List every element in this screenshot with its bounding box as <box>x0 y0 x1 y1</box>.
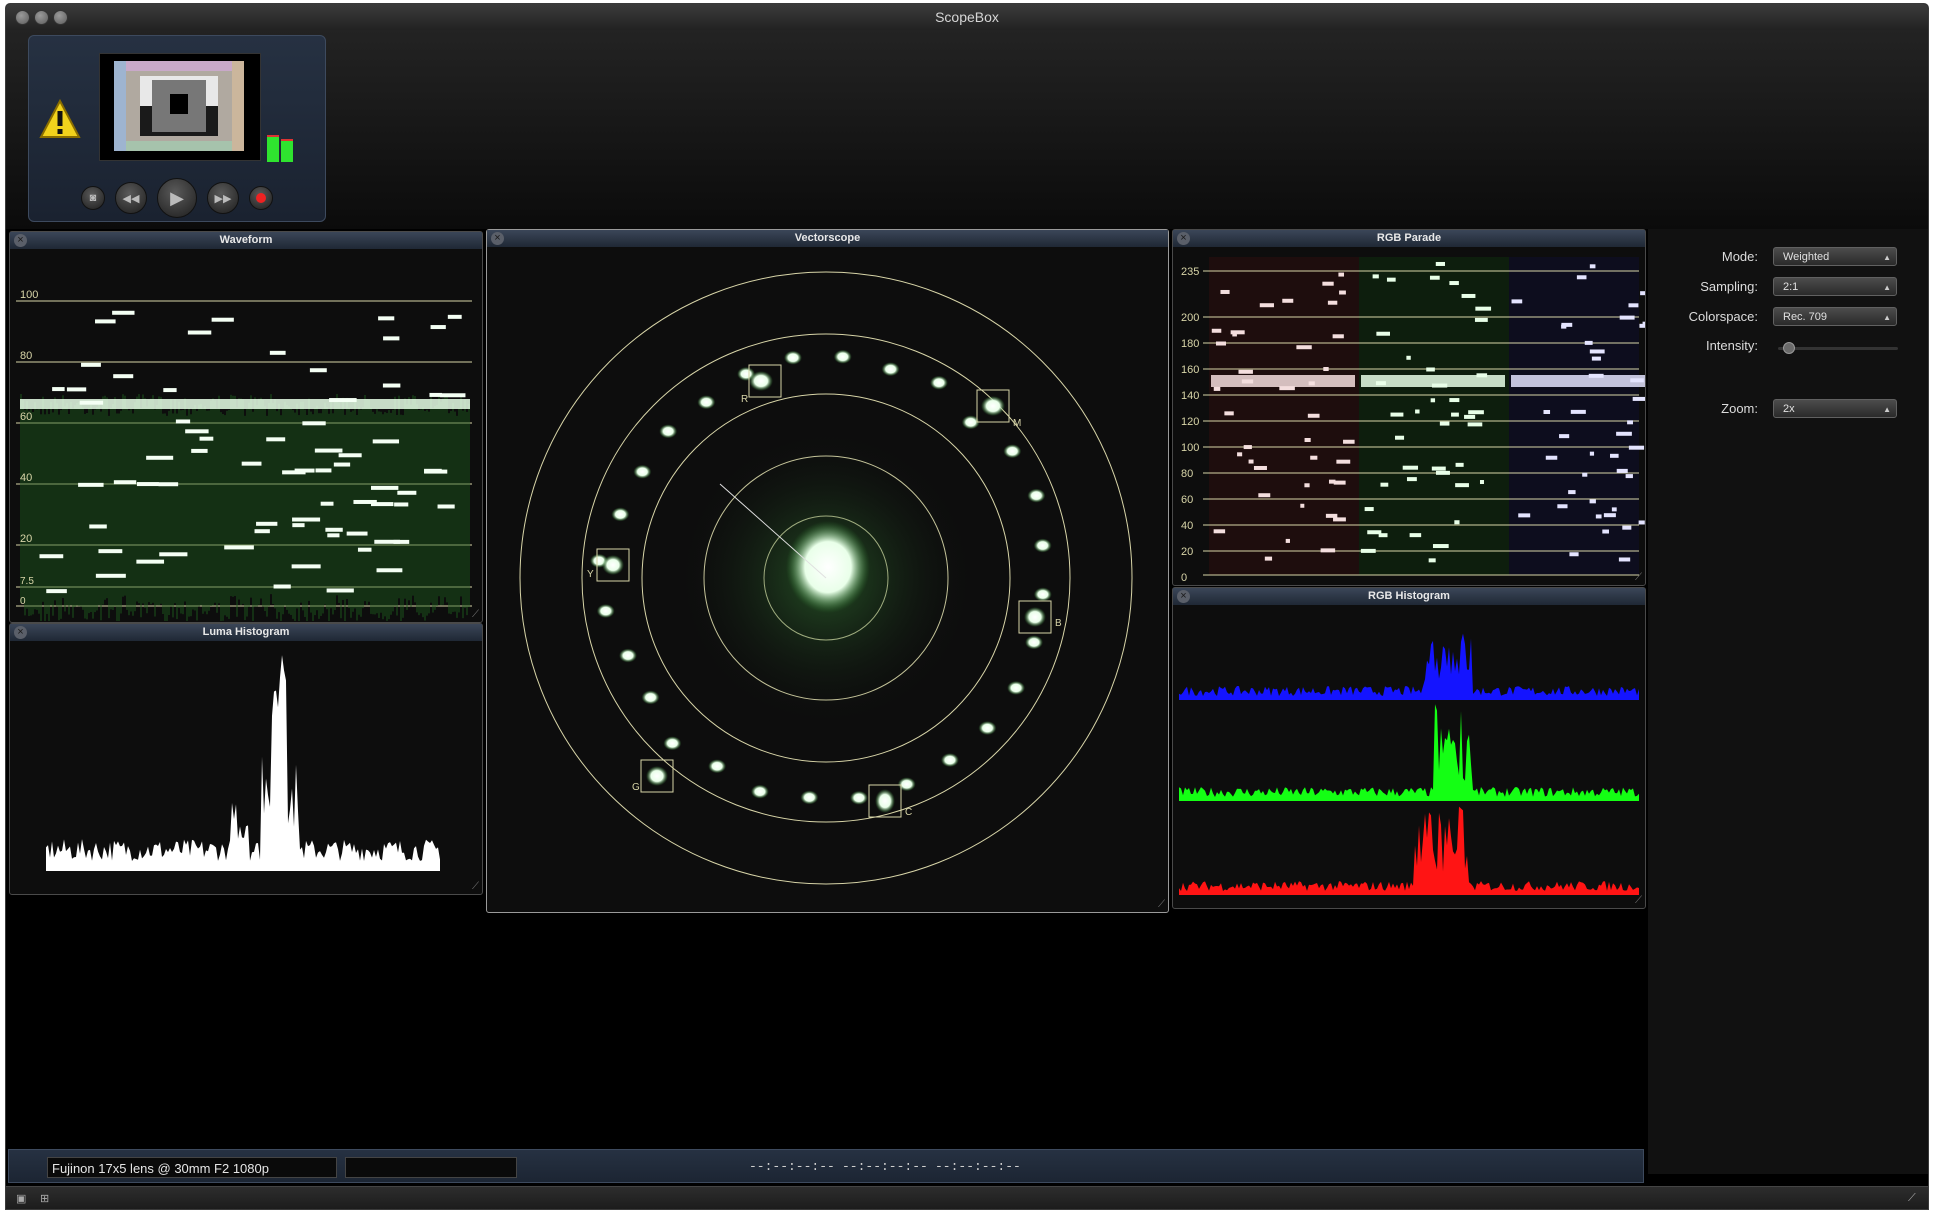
waveform-scale-20: 20 <box>20 533 32 545</box>
timecode-3: --:--:--:-- <box>935 1159 1021 1174</box>
timecode-2: --:--:--:-- <box>842 1159 928 1174</box>
play-icon[interactable]: ▶ <box>157 178 197 218</box>
audio-meter-left <box>267 135 279 162</box>
resize-handle-icon[interactable]: ⟋ <box>1158 899 1165 910</box>
rgb-histogram-panel: RGB Histogram × ⟋ <box>1172 587 1646 909</box>
parade-scale-160: 160 <box>1181 364 1199 376</box>
resize-grip-icon[interactable]: ⟋ <box>1908 1192 1922 1205</box>
video-preview <box>99 53 261 161</box>
rgb-parade-title: RGB Parade <box>1173 230 1645 247</box>
parade-scale-140: 140 <box>1181 390 1199 402</box>
rgb-parade-display: 235 200 180 160 140 120 100 80 60 40 20 … <box>1181 257 1645 584</box>
parade-scale-20: 20 <box>1181 546 1193 558</box>
colorspace-value: Rec. 709 <box>1783 311 1828 323</box>
parade-scale-235: 235 <box>1181 266 1199 278</box>
toolbar-area: ◙ ◀◀ ▶ ▶▶ <box>6 30 1928 229</box>
waveform-display: 100 80 60 40 20 7.5 0 <box>16 289 472 621</box>
rewind-icon[interactable]: ◀◀ <box>115 182 147 214</box>
waveform-scale-80: 80 <box>20 350 32 362</box>
vectorscope-title: Vectorscope <box>487 230 1168 247</box>
monitor-icon[interactable]: ▣ <box>16 1192 30 1205</box>
grid-layout-icon[interactable]: ⊞ <box>40 1192 54 1205</box>
colorspace-select[interactable]: Rec. 709 ▲ <box>1773 307 1897 326</box>
notes-field[interactable] <box>345 1157 517 1178</box>
intensity-slider[interactable] <box>1778 342 1898 354</box>
window-title: ScopeBox <box>935 9 999 25</box>
rgb-parade-panel: RGB Parade × 235 200 180 160 140 120 100… <box>1172 229 1646 586</box>
resize-handle-icon[interactable]: ⟋ <box>1635 895 1642 906</box>
vectorscope-panel: Vectorscope × R M B C G Y ⟋ <box>486 229 1169 913</box>
waveform-scale-60: 60 <box>20 411 32 423</box>
vector-target-m: M <box>1013 418 1021 429</box>
chevron-updown-icon: ▲ <box>1883 283 1891 292</box>
parade-scale-40: 40 <box>1181 520 1193 532</box>
timecode-1: --:--:--:-- <box>749 1159 835 1174</box>
parade-scale-100: 100 <box>1181 442 1199 454</box>
vector-target-g: G <box>632 782 640 793</box>
record-icon[interactable] <box>249 186 273 210</box>
luma-histogram-display <box>46 655 440 871</box>
resize-handle-icon[interactable]: ⟋ <box>472 881 479 892</box>
bottom-bar: ▣ ⊞ ⟋ <box>6 1186 1928 1209</box>
chevron-updown-icon: ▲ <box>1883 253 1891 262</box>
resize-handle-icon[interactable]: ⟋ <box>472 609 479 620</box>
zoom-select[interactable]: 2x ▲ <box>1773 399 1897 418</box>
intensity-label: Intensity: <box>1705 338 1758 353</box>
chevron-updown-icon: ▲ <box>1883 313 1891 322</box>
parade-scale-180: 180 <box>1181 338 1199 350</box>
warning-icon <box>39 99 81 138</box>
close-icon[interactable]: × <box>1177 590 1190 603</box>
waveform-scale-7-5: 7.5 <box>20 576 34 587</box>
camera-icon[interactable]: ◙ <box>81 186 105 210</box>
mode-value: Weighted <box>1783 251 1830 263</box>
zoom-value: 2x <box>1783 403 1795 415</box>
sampling-value: 2:1 <box>1783 281 1799 293</box>
status-bar: Fujinon 17x5 lens @ 30mm F2 1080p --:--:… <box>8 1149 1644 1183</box>
close-icon[interactable]: × <box>491 232 504 245</box>
vector-target-r: R <box>741 394 748 405</box>
zoom-label: Zoom: <box>1721 401 1758 416</box>
chevron-updown-icon: ▲ <box>1883 405 1891 414</box>
fast-forward-icon[interactable]: ▶▶ <box>207 182 239 214</box>
title-bar: ScopeBox <box>6 4 1928 31</box>
sampling-label: Sampling: <box>1700 279 1758 294</box>
waveform-scale-100: 100 <box>20 289 38 301</box>
rgb-histogram-display <box>1179 633 1639 895</box>
sampling-select[interactable]: 2:1 ▲ <box>1773 277 1897 296</box>
audio-meter-right <box>281 139 293 162</box>
parade-scale-120: 120 <box>1181 416 1199 428</box>
parade-scale-60: 60 <box>1181 494 1193 506</box>
luma-histogram-panel: Luma Histogram × ⟋ <box>9 623 483 895</box>
settings-sidebar: Mode: Weighted ▲ Sampling: 2:1 ▲ Colorspac… <box>1648 229 1928 1174</box>
intensity-slider-knob[interactable] <box>1783 342 1796 354</box>
vectorscope-display: R M B C G Y <box>519 271 1133 885</box>
waveform-panel: Waveform × 100 80 60 40 20 7.5 0 ⟋ <box>9 231 483 623</box>
rgb-histogram-title: RGB Histogram <box>1173 588 1645 605</box>
close-icon[interactable]: × <box>14 626 27 639</box>
mode-select[interactable]: Weighted ▲ <box>1773 247 1897 266</box>
app-window: ScopeBox ◙ ◀◀ ▶ ▶▶ Waveform × 100 80 60 … <box>5 3 1929 1210</box>
vector-target-b: B <box>1055 618 1062 629</box>
luma-histogram-title: Luma Histogram <box>10 624 482 641</box>
lens-info-field[interactable]: Fujinon 17x5 lens @ 30mm F2 1080p <box>47 1157 337 1178</box>
colorspace-label: Colorspace: <box>1688 309 1758 324</box>
parade-scale-200: 200 <box>1181 312 1199 324</box>
parade-scale-0: 0 <box>1181 572 1187 584</box>
resize-handle-icon[interactable]: ⟋ <box>1635 572 1642 583</box>
close-icon[interactable]: × <box>14 234 27 247</box>
transport-panel: ◙ ◀◀ ▶ ▶▶ <box>28 35 326 222</box>
close-icon[interactable]: × <box>1177 232 1190 245</box>
waveform-scale-40: 40 <box>20 472 32 484</box>
waveform-scale-0: 0 <box>20 596 26 607</box>
waveform-title: Waveform <box>10 232 482 249</box>
vector-target-c: C <box>905 807 912 818</box>
mode-label: Mode: <box>1721 249 1758 264</box>
vector-target-y: Y <box>587 569 594 580</box>
parade-scale-80: 80 <box>1181 468 1193 480</box>
